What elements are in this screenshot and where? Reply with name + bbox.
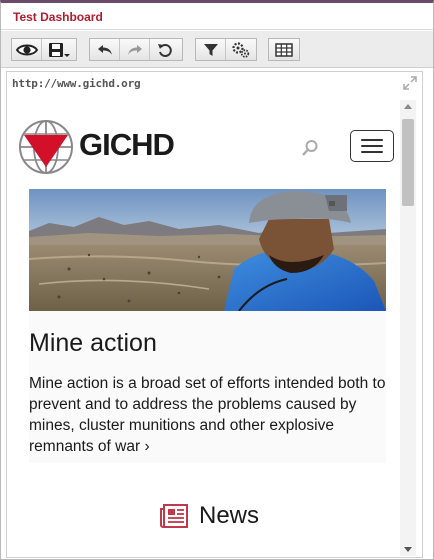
save-button[interactable] bbox=[42, 39, 76, 60]
redo-icon bbox=[127, 44, 142, 55]
news-label[interactable]: News bbox=[199, 502, 259, 530]
undo-icon bbox=[97, 44, 112, 55]
news-heading: News bbox=[9, 499, 402, 539]
view-save-group bbox=[11, 38, 77, 61]
redo-button[interactable] bbox=[120, 39, 150, 60]
expand-icon[interactable] bbox=[403, 76, 417, 95]
hamburger-menu-button[interactable] bbox=[350, 130, 394, 162]
history-group bbox=[89, 38, 183, 61]
mine-action-card[interactable]: Mine action Mine action is a broad set o… bbox=[29, 311, 386, 463]
search-icon[interactable] bbox=[301, 139, 319, 162]
card-text: Mine action is a broad set of efforts in… bbox=[29, 373, 386, 457]
vertical-scrollbar[interactable] bbox=[400, 100, 416, 556]
dashboard-window: Test Dashboard http://www.gichd.org GICH… bbox=[0, 0, 434, 560]
menu-icon-bar bbox=[361, 145, 383, 147]
grid-icon bbox=[275, 42, 293, 57]
title-bar: Test Dashboard bbox=[1, 3, 433, 30]
card-description: Mine action is a broad set of efforts in… bbox=[29, 375, 386, 455]
filter-button[interactable] bbox=[196, 39, 226, 60]
site-logo-text[interactable]: GICHD bbox=[79, 127, 175, 163]
scroll-down-arrow-icon[interactable] bbox=[404, 547, 412, 552]
menu-icon-bar bbox=[361, 151, 383, 153]
globe-logo-icon[interactable] bbox=[18, 119, 74, 180]
hero-photo[interactable] bbox=[29, 189, 386, 311]
web-frame: http://www.gichd.org GICHD Mine action M… bbox=[6, 71, 423, 558]
save-icon bbox=[49, 42, 70, 57]
settings-button[interactable] bbox=[226, 39, 256, 60]
scroll-up-arrow-icon[interactable] bbox=[404, 104, 412, 109]
site-header: GICHD bbox=[9, 99, 402, 189]
data-group bbox=[195, 38, 257, 61]
settings-icon bbox=[232, 41, 250, 58]
window-title: Test Dashboard bbox=[13, 10, 103, 24]
grid-button[interactable] bbox=[269, 39, 299, 60]
toolbar bbox=[1, 31, 433, 68]
frame-url[interactable]: http://www.gichd.org bbox=[12, 77, 141, 90]
newspaper-icon bbox=[160, 504, 188, 533]
filter-icon bbox=[203, 43, 218, 56]
chevron-right-icon[interactable]: › bbox=[144, 438, 149, 455]
url-bar: http://www.gichd.org bbox=[7, 72, 422, 94]
preview-button[interactable] bbox=[12, 39, 42, 60]
refresh-icon bbox=[158, 43, 172, 57]
layout-group bbox=[268, 38, 300, 61]
menu-icon-bar bbox=[361, 139, 383, 141]
eye-icon bbox=[15, 44, 38, 55]
refresh-button[interactable] bbox=[150, 39, 180, 60]
card-title[interactable]: Mine action bbox=[29, 329, 157, 358]
undo-button[interactable] bbox=[90, 39, 120, 60]
scrollbar-thumb[interactable] bbox=[402, 119, 414, 206]
page-viewport: GICHD Mine action Mine action is a broad… bbox=[9, 99, 404, 557]
